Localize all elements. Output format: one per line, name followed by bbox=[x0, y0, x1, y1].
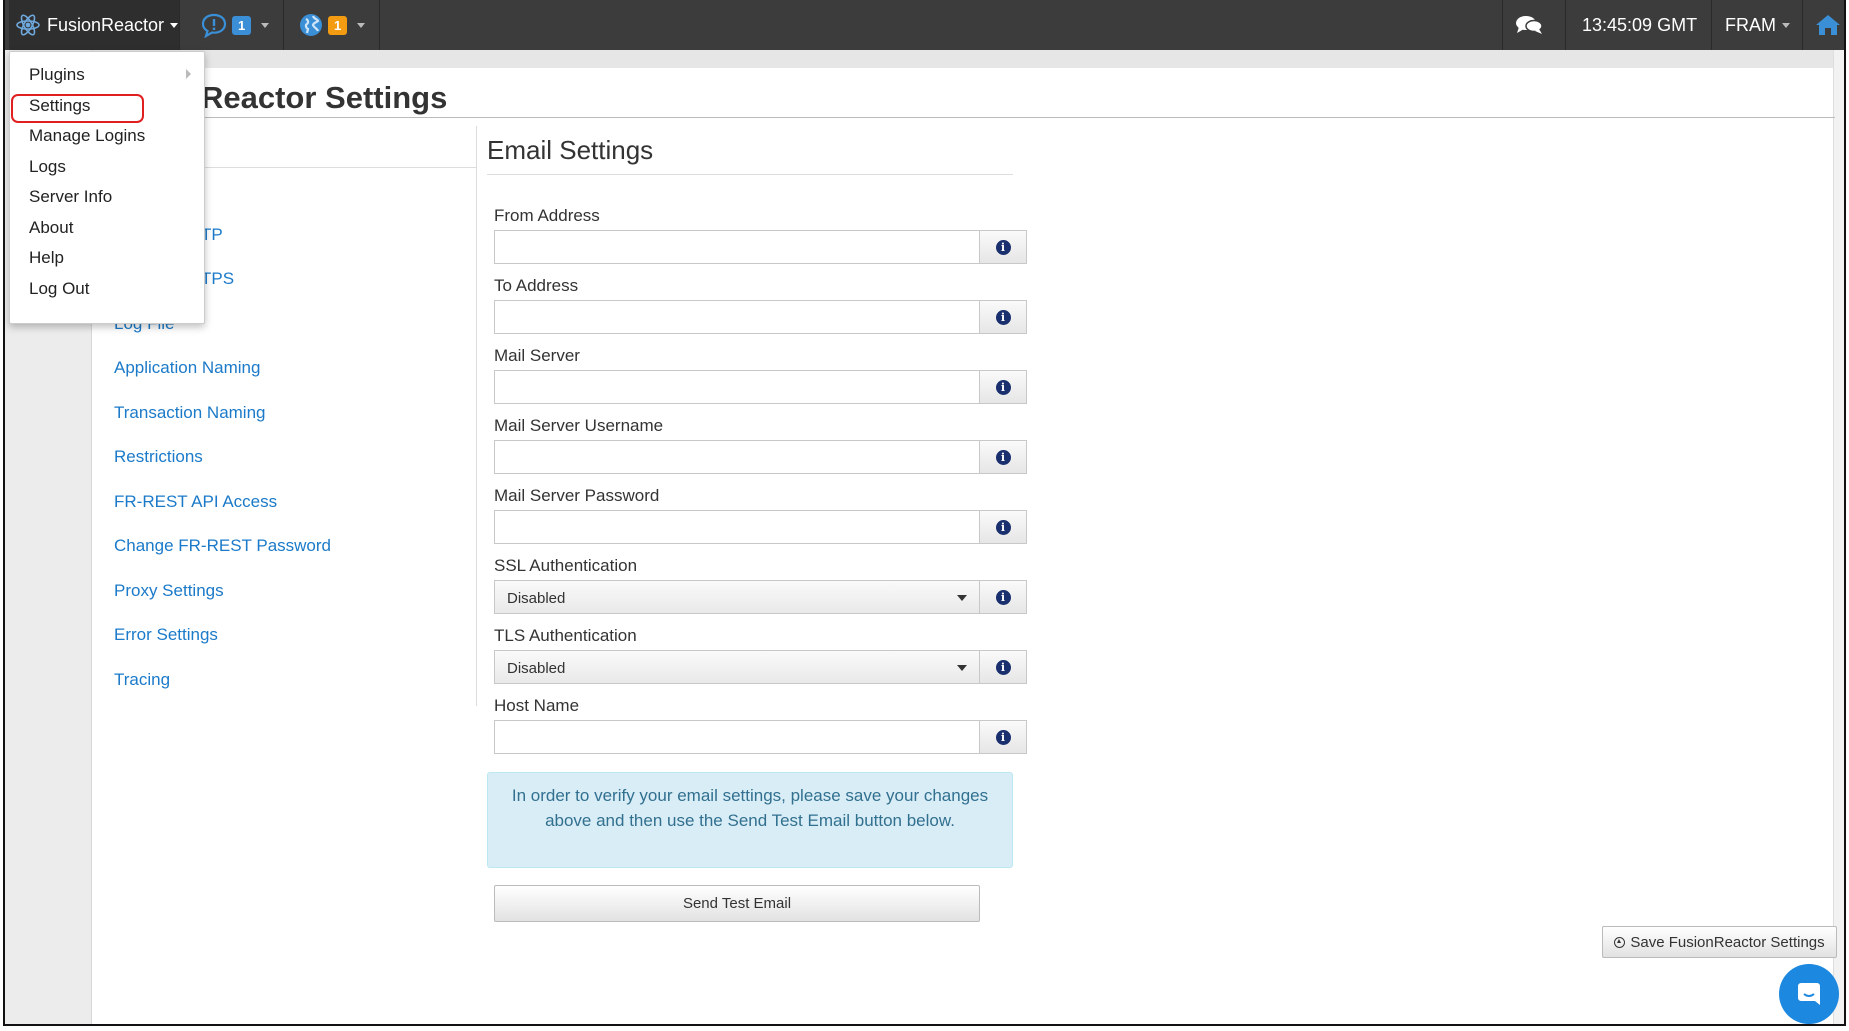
ssl-authentication-select[interactable]: Disabled bbox=[494, 580, 980, 614]
section-divider bbox=[487, 174, 1013, 175]
ssl-authentication-info-button[interactable]: i bbox=[980, 580, 1027, 614]
info-icon: i bbox=[995, 309, 1011, 325]
email-verify-notice: In order to verify your email settings, … bbox=[487, 772, 1013, 868]
notifications-menu[interactable]: 1 bbox=[200, 0, 270, 50]
host-name-input[interactable] bbox=[494, 720, 980, 754]
app-name: FusionReactor bbox=[47, 14, 165, 35]
mail-server-password-label: Mail Server Password bbox=[494, 486, 660, 505]
info-icon: i bbox=[995, 729, 1011, 745]
alert-bubble-icon bbox=[200, 12, 228, 38]
from-address-input[interactable] bbox=[494, 230, 980, 264]
host-name-label: Host Name bbox=[494, 696, 580, 715]
live-chat-launcher[interactable] bbox=[1779, 964, 1839, 1024]
chevron-right-icon bbox=[186, 69, 191, 79]
nav-link-proxy-settings[interactable]: Proxy Settings bbox=[114, 581, 224, 601]
send-test-email-label: Send Test Email bbox=[682, 895, 792, 912]
nav-divider bbox=[476, 126, 477, 706]
upload-circle-icon bbox=[1614, 936, 1626, 948]
menu-item-manage-logins[interactable]: Manage Logins bbox=[29, 126, 145, 146]
user-menu[interactable]: FRAM bbox=[1725, 0, 1790, 50]
tls-authentication-info-button[interactable]: i bbox=[980, 650, 1027, 684]
mail-server-username-input[interactable] bbox=[494, 440, 980, 474]
to-address-input[interactable] bbox=[494, 300, 980, 334]
info-icon: i bbox=[995, 659, 1011, 675]
mail-server-password-info-button[interactable]: i bbox=[980, 510, 1027, 544]
page-title: Reactor Settings bbox=[201, 80, 448, 115]
chevron-down-icon bbox=[1782, 22, 1790, 28]
menu-item-plugins[interactable]: Plugins bbox=[29, 65, 85, 85]
top-navbar: FusionReactor 1 1 13:45:09 GMT FRAM bbox=[5, 0, 1844, 50]
title-divider bbox=[105, 117, 1835, 118]
page-scrollbar[interactable] bbox=[1833, 50, 1844, 1024]
server-time: 13:45:09 GMT bbox=[1582, 14, 1698, 35]
info-icon: i bbox=[995, 449, 1011, 465]
info-icon: i bbox=[995, 239, 1011, 255]
to-address-label: To Address bbox=[494, 276, 579, 295]
nav-link-restrictions[interactable]: Restrictions bbox=[114, 447, 203, 467]
comments-icon bbox=[1515, 14, 1543, 36]
mail-server-username-info-button[interactable]: i bbox=[980, 440, 1027, 474]
nav-link-tracing[interactable]: Tracing bbox=[114, 670, 170, 690]
app-window: FusionReactor 1 1 13:45:09 GMT FRAM Reac… bbox=[3, 0, 1846, 1026]
mail-server-username-label: Mail Server Username bbox=[494, 416, 664, 435]
app-dropdown-menu: Plugins Settings Manage Logins Logs Serv… bbox=[9, 51, 205, 324]
chevron-down-icon bbox=[261, 22, 270, 28]
nav-link-application-naming[interactable]: Application Naming bbox=[114, 358, 260, 378]
globe-icon bbox=[298, 12, 324, 38]
ssl-authentication-value: Disabled bbox=[507, 590, 566, 607]
atom-logo-icon bbox=[15, 12, 41, 38]
nav-link-https[interactable]: TPS bbox=[201, 269, 234, 289]
host-name-info-button[interactable]: i bbox=[980, 720, 1027, 754]
settings-highlight-ring bbox=[11, 94, 144, 123]
save-settings-button[interactable]: Save FusionReactor Settings bbox=[1602, 926, 1837, 958]
network-menu[interactable]: 1 bbox=[298, 0, 366, 50]
info-icon: i bbox=[995, 519, 1011, 535]
chevron-down-icon bbox=[357, 22, 366, 28]
chat-toggle[interactable] bbox=[1515, 0, 1543, 50]
home-icon bbox=[1815, 13, 1841, 37]
save-settings-label: Save FusionReactor Settings bbox=[1630, 933, 1825, 951]
user-name: FRAM bbox=[1725, 14, 1776, 35]
chevron-down-icon bbox=[170, 22, 179, 28]
info-icon: i bbox=[995, 589, 1011, 605]
nav-link-fr-rest-api[interactable]: FR-REST API Access bbox=[114, 492, 277, 512]
notifications-badge: 1 bbox=[232, 15, 252, 35]
nav-link-error-settings[interactable]: Error Settings bbox=[114, 625, 218, 645]
app-menu-toggle[interactable]: FusionReactor bbox=[9, 0, 179, 50]
tls-authentication-value: Disabled bbox=[507, 660, 566, 677]
send-test-email-button[interactable]: Send Test Email bbox=[494, 885, 980, 922]
menu-item-about[interactable]: About bbox=[29, 218, 73, 238]
mail-server-input[interactable] bbox=[494, 370, 980, 404]
caret-down-icon bbox=[957, 665, 967, 671]
network-badge: 1 bbox=[328, 15, 348, 35]
chat-icon bbox=[1795, 980, 1823, 1008]
menu-item-server-info[interactable]: Server Info bbox=[29, 187, 112, 207]
from-address-info-button[interactable]: i bbox=[980, 230, 1027, 264]
menu-item-logs[interactable]: Logs bbox=[29, 157, 66, 177]
info-icon: i bbox=[995, 379, 1011, 395]
mail-server-label: Mail Server bbox=[494, 346, 580, 365]
tls-authentication-select[interactable]: Disabled bbox=[494, 650, 980, 684]
home-button[interactable] bbox=[1815, 0, 1841, 50]
caret-down-icon bbox=[957, 595, 967, 601]
menu-item-help[interactable]: Help bbox=[29, 248, 64, 268]
ssl-authentication-label: SSL Authentication bbox=[494, 556, 638, 575]
menu-item-log-out[interactable]: Log Out bbox=[29, 279, 90, 299]
tls-authentication-label: TLS Authentication bbox=[494, 626, 637, 645]
mail-server-password-input[interactable] bbox=[494, 510, 980, 544]
sub-bar bbox=[91, 50, 1844, 68]
section-title: Email Settings bbox=[487, 135, 654, 165]
nav-link-change-fr-rest-password[interactable]: Change FR-REST Password bbox=[114, 536, 331, 556]
to-address-info-button[interactable]: i bbox=[980, 300, 1027, 334]
nav-link-transaction-naming[interactable]: Transaction Naming bbox=[114, 403, 266, 423]
from-address-label: From Address bbox=[494, 206, 600, 225]
mail-server-info-button[interactable]: i bbox=[980, 370, 1027, 404]
